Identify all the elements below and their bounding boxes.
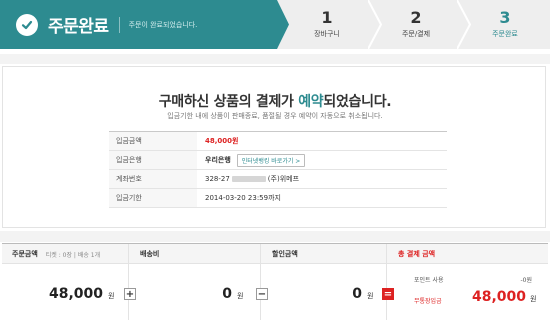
plus-icon: + — [124, 288, 136, 300]
step-label: 주문/결제 — [401, 30, 431, 38]
discount-value: 0 — [352, 286, 362, 302]
info-row-deadline: 입금기한 2014-03-20 23:59까지 — [109, 189, 447, 208]
currency-unit: 원 — [237, 292, 244, 300]
order-amount-header: 주문금액 티켓 : 0장 | 배송 1개 — [12, 244, 100, 264]
step-number: 2 — [410, 8, 422, 27]
section-gap — [0, 231, 550, 242]
internet-banking-button[interactable]: 인터넷뱅킹 바로가기 > — [236, 153, 306, 167]
total-payment-label: 총 결제 금액 — [398, 250, 436, 258]
order-header: 주문완료 주문이 완료되었습니다. 1 장바구니 2 주문/결제 3 주문완료 — [0, 0, 550, 49]
currency-unit: 원 — [367, 292, 374, 300]
discount-label: 할인금액 — [272, 250, 298, 258]
shipping-fee-label: 배송비 — [140, 250, 160, 258]
point-usage-value: -0원 — [520, 277, 532, 284]
step-complete: 3 주문완료 — [460, 0, 550, 49]
point-usage-label: 포인트 사용 — [414, 277, 444, 284]
masked-account-number — [231, 176, 266, 182]
reservation-panel: 구매하신 상품의 결제가 예약되었습니다. 입금기한 내에 상품이 판매종료, … — [2, 66, 546, 228]
bank-value: 우리은행 — [205, 156, 231, 164]
amount-label: 입금금액 — [109, 132, 197, 150]
message-highlight: 예약 — [298, 94, 324, 110]
info-row-bank: 입금은행 우리은행 인터넷뱅킹 바로가기 > — [109, 151, 447, 170]
payment-info-table: 입금금액 48,000원 입금은행 우리은행 인터넷뱅킹 바로가기 > 계좌번호 … — [109, 131, 447, 208]
currency-unit: 원 — [108, 292, 115, 300]
equals-icon: = — [382, 288, 394, 300]
column-divider — [260, 244, 261, 320]
ticket-count: 티켓 : 0장 | 배송 1개 — [45, 251, 101, 259]
step-checkout: 2 주문/결제 — [371, 0, 461, 49]
info-row-account: 계좌번호 328-27 (주)위메프 — [109, 170, 447, 189]
step-number: 3 — [499, 8, 511, 27]
page-subtitle: 주문이 완료되었습니다. — [128, 20, 198, 29]
step-cart: 1 장바구니 — [282, 0, 372, 49]
order-amount-label: 주문금액 — [12, 250, 38, 258]
page-title: 주문완료 — [48, 17, 109, 37]
info-row-amount: 입금금액 48,000원 — [109, 132, 447, 151]
step-number: 1 — [321, 8, 333, 27]
reservation-message: 구매하신 상품의 결제가 예약되었습니다. — [3, 91, 547, 111]
order-complete-banner: 주문완료 주문이 완료되었습니다. — [0, 0, 277, 49]
order-amount-value: 48,000 — [48, 286, 103, 302]
currency-unit: 원 — [530, 295, 537, 303]
step-label: 장바구니 — [314, 30, 340, 38]
payment-summary: 주문금액 티켓 : 0장 | 배송 1개 배송비 할인금액 총 결제 금액 48,… — [2, 243, 548, 320]
column-divider — [386, 244, 387, 320]
minus-icon: − — [256, 288, 268, 300]
account-label: 계좌번호 — [109, 170, 197, 188]
check-icon — [16, 13, 38, 36]
message-post: 되었습니다. — [323, 94, 392, 110]
account-holder: (주)위메프 — [267, 175, 300, 183]
reservation-notice: 입금기한 내에 상품이 판매종료, 품절될 경우 예약이 자동으로 취소됩니다. — [167, 112, 383, 120]
section-gap — [0, 54, 550, 64]
title-divider — [118, 16, 120, 33]
bank-label: 입금은행 — [109, 151, 197, 169]
deadline-label: 입금기한 — [109, 189, 197, 207]
account-prefix: 328-27 — [205, 175, 230, 183]
total-payment-value: 48,000 — [471, 289, 526, 305]
message-pre: 구매하신 상품의 결제가 — [158, 94, 299, 110]
shipping-fee-value: 0 — [222, 286, 232, 302]
order-steps: 1 장바구니 2 주문/결제 3 주문완료 — [277, 0, 550, 49]
step-label: 주문완료 — [492, 30, 518, 38]
amount-value: 48,000원 — [205, 137, 239, 145]
payment-method-label: 무통장입금 — [414, 298, 442, 305]
column-divider — [128, 244, 129, 320]
deadline-value: 2014-03-20 23:59까지 — [205, 194, 281, 202]
